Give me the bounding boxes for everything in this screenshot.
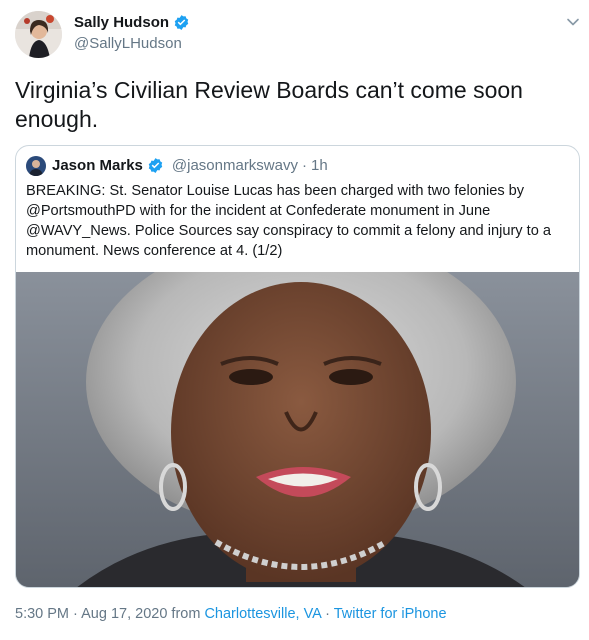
tweet-meta: 5:30 PM · Aug 17, 2020 from Charlottesvi… [15, 606, 447, 622]
quoted-tweet-photo[interactable] [16, 232, 579, 587]
separator-dot: · [73, 606, 78, 622]
verified-badge-icon [148, 158, 163, 173]
author-name-text[interactable]: Sally Hudson [74, 14, 169, 31]
quoted-tweet-card[interactable]: Jason Marks @jasonmarkswavy · 1h BREAKIN… [15, 145, 580, 588]
separator-dot: · [301, 157, 307, 174]
author-handle[interactable]: @SallyLHudson [74, 35, 182, 52]
quoted-author-name: Jason Marks [52, 157, 143, 174]
tweet-date[interactable]: Aug 17, 2020 [81, 606, 167, 622]
from-label: from [171, 606, 201, 622]
quoted-tweet-time: 1h [310, 157, 328, 174]
quoted-tweet-text: BREAKING: St. Senator Louise Lucas has b… [26, 183, 551, 259]
quoted-tweet-header: Jason Marks @jasonmarkswavy · 1h [52, 157, 328, 174]
quoted-author-handle: @jasonmarkswavy [171, 157, 298, 174]
chevron-down-icon[interactable] [566, 15, 580, 29]
author-avatar[interactable] [15, 11, 62, 58]
separator-dot: · [325, 606, 330, 622]
quoted-author-avatar [26, 156, 46, 176]
location-link[interactable]: Charlottesville, VA [204, 606, 321, 622]
author-name[interactable]: Sally Hudson [74, 14, 190, 31]
tweet-time[interactable]: 5:30 PM [15, 606, 69, 622]
tweet-text: Virginia’s Civilian Review Boards can’t … [15, 77, 523, 132]
verified-badge-icon [174, 15, 189, 30]
client-link[interactable]: Twitter for iPhone [334, 606, 447, 622]
